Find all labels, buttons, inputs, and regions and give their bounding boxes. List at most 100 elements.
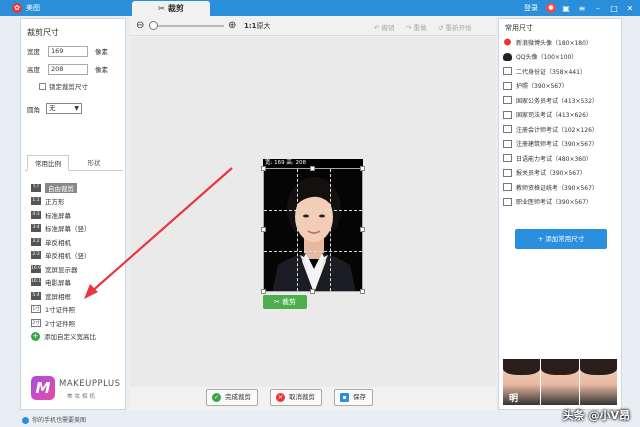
undo-button[interactable]: ↶ 撤销 (374, 22, 395, 32)
logo-text: MAKEUPPLUS (59, 379, 121, 389)
zoom-slider-handle[interactable] (149, 21, 158, 30)
ratio-label: 2寸证件照 (45, 319, 76, 328)
add-custom-ratio[interactable]: + 添加自定义宽高比 (31, 330, 123, 344)
tab-shape[interactable]: 形状 (73, 155, 115, 171)
list-item[interactable]: 护照（390×567） (503, 79, 621, 94)
id-card-icon (503, 81, 512, 90)
grid-line (264, 251, 362, 252)
zoom-in-icon[interactable]: ⊕ (228, 20, 236, 31)
resize-handle[interactable] (310, 166, 315, 171)
list-item[interactable]: 教师资格证统考（390×567） (503, 180, 621, 195)
grid-line (264, 210, 362, 211)
resize-handle[interactable] (360, 166, 365, 171)
ratio-item-3-4[interactable]: 3:4 标准屏幕（竖） (31, 222, 123, 236)
ratio-label: 添加自定义宽高比 (44, 333, 96, 342)
id-photo-icon: 2寸 (31, 318, 41, 327)
list-item[interactable]: QQ头像（100×100） (503, 50, 621, 65)
list-item[interactable]: 国家公务员考试（413×532） (503, 93, 621, 108)
size-label: 国家公务员考试（413×532） (516, 97, 598, 105)
list-item[interactable]: 国家司法考试（413×626） (503, 108, 621, 123)
list-item[interactable]: 职业医师考试（390×567） (503, 195, 621, 210)
save-button[interactable]: ▪ 保存 (334, 389, 373, 406)
crop-frame[interactable]: 宽: 169 高: 208 ✂ 裁剪 (261, 159, 365, 309)
left-tabs: 常用比例 形状 (25, 155, 123, 171)
ratio-item-4-3[interactable]: 4:3 标准屏幕 (31, 208, 123, 222)
editor-area: ⊖ ⊕ 1:1原大 ↶ 撤销 ↷ 重做 ↺ 重新开始 宽: 169 高: 208 (130, 16, 496, 410)
add-common-size-button[interactable]: + 添加常用尺寸 (515, 229, 607, 249)
user-avatar-icon[interactable]: ● (546, 3, 556, 13)
size-label: 护照（390×567） (516, 83, 568, 91)
save-icon: ▪ (340, 393, 349, 402)
finish-crop-button[interactable]: ✓ 完成裁剪 (206, 389, 258, 406)
close-icon[interactable]: ✕ (624, 2, 636, 14)
list-item[interactable]: 新浪微博头像（180×180） (503, 35, 621, 50)
ad-banner[interactable] (503, 359, 617, 405)
tab-common-ratio[interactable]: 常用比例 (27, 155, 69, 171)
resize-handle[interactable] (360, 227, 365, 232)
tab-crop[interactable]: ✂ 裁剪 (132, 1, 210, 16)
makeupplus-logo[interactable]: M MAKEUPPLUS 美妆相机 (25, 371, 123, 407)
resize-handle[interactable] (261, 227, 266, 232)
ratio-item-free[interactable]: ?:? 自由裁剪 (31, 181, 123, 195)
resize-handle[interactable] (261, 166, 266, 171)
ratio-item-1-inch[interactable]: 1寸 1寸证件照 (31, 303, 123, 317)
resize-handle[interactable] (360, 289, 365, 294)
id-card-icon (503, 110, 512, 119)
ratio-item-16-10[interactable]: 16:10 电影屏幕 (31, 276, 123, 290)
corner-select[interactable]: 无 ▼ (46, 103, 82, 114)
zoom-toolbar: ⊖ ⊕ 1:1原大 ↶ 撤销 ↷ 重做 ↺ 重新开始 (130, 16, 496, 36)
minimize-icon[interactable]: – (592, 2, 604, 14)
crop-canvas[interactable]: 宽: 169 高: 208 ✂ 裁剪 (130, 37, 496, 387)
lock-size-row[interactable]: 锁定裁剪尺寸 (39, 81, 88, 91)
redo-label: 重做 (413, 24, 427, 32)
maximize-icon[interactable]: □ (608, 2, 620, 14)
ratio-item-2-3[interactable]: 2:3 单反相机（竖） (31, 249, 123, 263)
height-unit: 像素 (95, 66, 108, 74)
zoom-out-icon[interactable]: ⊖ (136, 20, 144, 31)
redo-icon: ↷ (406, 24, 412, 32)
crop-confirm-button[interactable]: ✂ 裁剪 (263, 295, 307, 309)
login-link[interactable]: 登录 (524, 3, 538, 13)
app-title: 美图 (26, 4, 40, 12)
list-item[interactable]: 二代身份证（358×441） (503, 64, 621, 79)
tab-crop-label: 裁剪 (167, 4, 184, 13)
width-input[interactable]: 169 (48, 45, 88, 57)
menu-icon[interactable]: ≡ (576, 2, 588, 14)
ratio-item-5-4[interactable]: 5:4 宽屏相框 (31, 289, 123, 303)
list-item[interactable]: 注册建筑师考试（390×567） (503, 137, 621, 152)
actual-size-button[interactable]: 1:1原大 (244, 21, 271, 31)
plus-icon: + (31, 331, 40, 341)
watermark: 头条 @小V昂 (562, 409, 630, 422)
cancel-crop-button[interactable]: ✕ 取消裁剪 (270, 389, 322, 406)
app-logo-icon: ✿ (12, 3, 22, 13)
list-item[interactable]: 报关员考试（390×567） (503, 166, 621, 181)
reset-button[interactable]: ↺ 重新开始 (438, 22, 472, 32)
ratio-item-square[interactable]: 1:1 正方形 (31, 195, 123, 209)
id-card-icon (503, 125, 512, 134)
height-label: 高度 (27, 66, 40, 74)
resize-handle[interactable] (310, 289, 315, 294)
lock-size-label: 锁定裁剪尺寸 (49, 83, 88, 91)
status-text[interactable]: 你的手机也需要美图 (32, 417, 86, 424)
id-card-icon (503, 197, 512, 206)
ratio-16-10-icon: 16:10 (31, 278, 44, 287)
ratio-item-2-inch[interactable]: 2寸 2寸证件照 (31, 316, 123, 330)
ratio-4-3-icon: 4:3 (31, 210, 41, 219)
lock-size-checkbox[interactable] (39, 82, 46, 90)
ratio-item-16-9[interactable]: 16:9 宽屏显示器 (31, 262, 123, 276)
height-input[interactable]: 208 (48, 63, 88, 75)
ratio-label: 宽屏相框 (45, 292, 71, 301)
ratio-item-3-2[interactable]: 3:2 单反相机 (31, 235, 123, 249)
corner-label: 圆角 (27, 105, 40, 114)
finish-crop-label: 完成裁剪 (225, 393, 251, 401)
ratio-16-9-icon: 16:9 (31, 264, 42, 273)
ratio-label: 自由裁剪 (45, 182, 77, 193)
redo-button[interactable]: ↷ 重做 (406, 22, 427, 32)
size-label: 日语能力考试（480×360） (516, 155, 592, 163)
resize-handle[interactable] (261, 289, 266, 294)
list-item[interactable]: 日语能力考试（480×360） (503, 151, 621, 166)
skin-icon[interactable]: ▣ (560, 2, 572, 14)
list-item[interactable]: 注册会计师考试（102×126） (503, 122, 621, 137)
zoom-slider[interactable] (152, 25, 224, 27)
makeupplus-icon: M (31, 376, 55, 400)
